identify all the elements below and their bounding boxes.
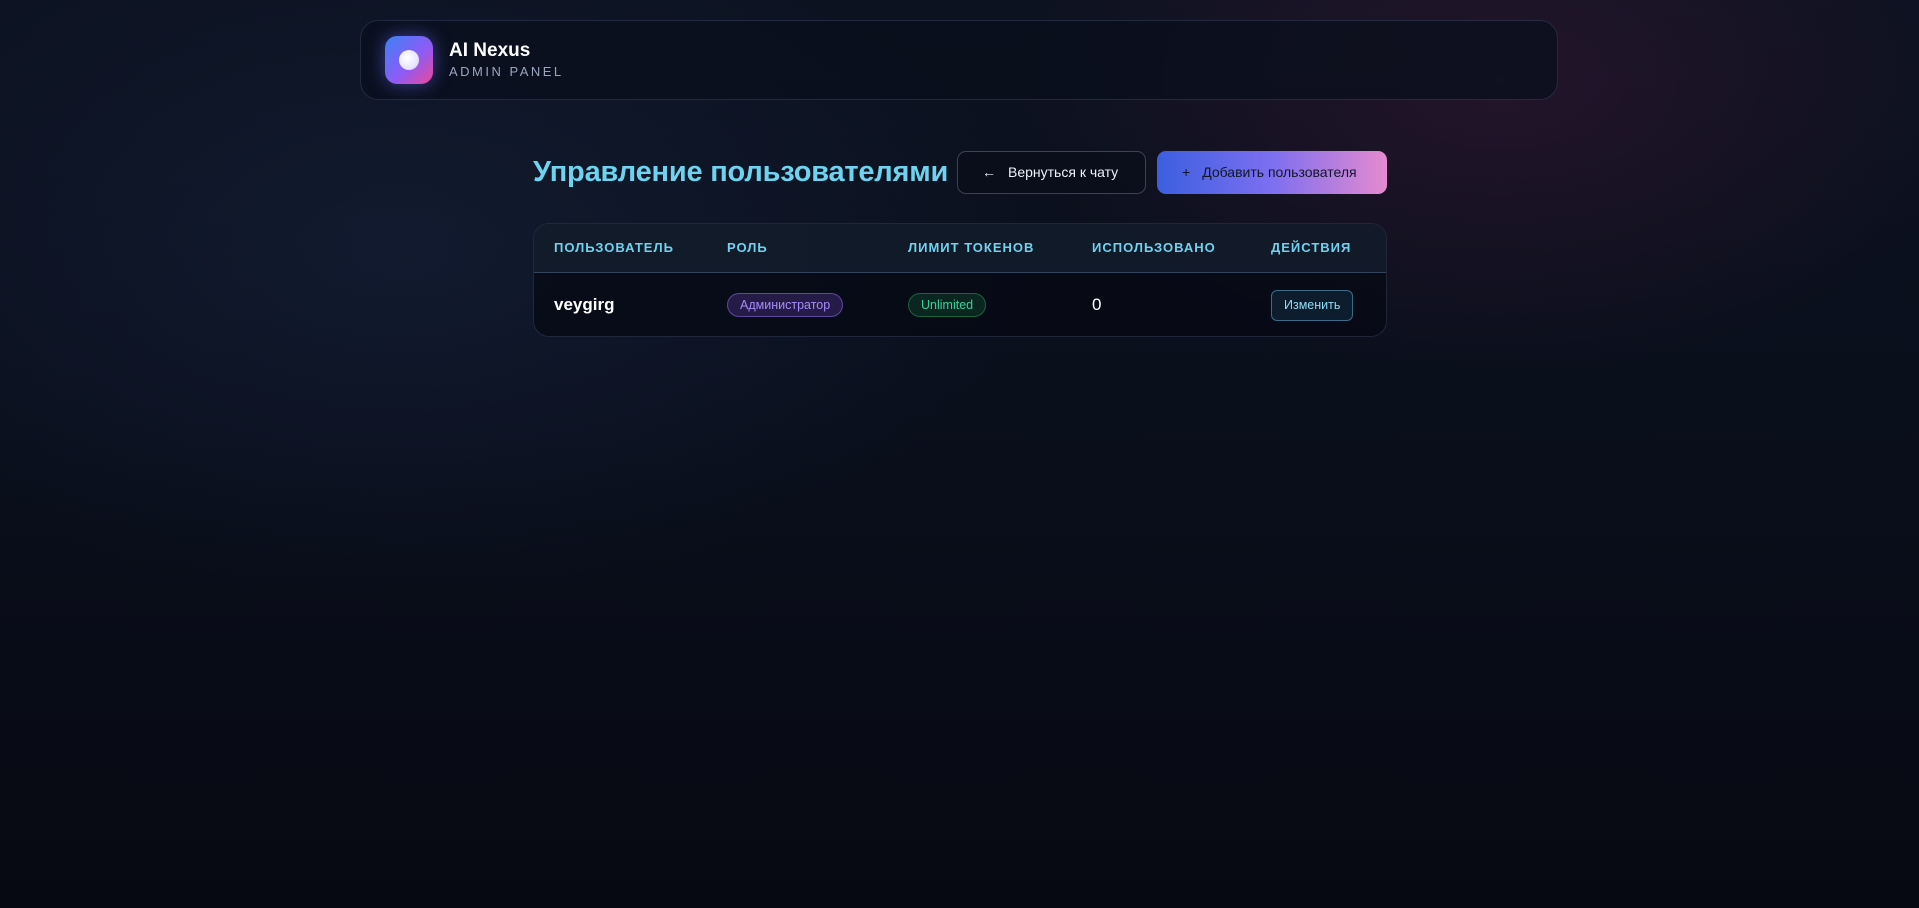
username: veygirg — [554, 295, 615, 314]
column-header-used: Использовано — [1092, 240, 1216, 255]
table-row: veygirg Администратор Unlimited 0 Измени… — [534, 273, 1386, 336]
column-header-token-limit: Лимит токенов — [908, 240, 1035, 255]
page-header: Управление пользователями ← Вернуться к … — [533, 150, 1387, 194]
token-limit-badge: Unlimited — [908, 293, 987, 317]
arrow-left-icon: ← — [982, 164, 996, 180]
users-table: Пользователь Роль Лимит токенов Использо… — [533, 223, 1387, 337]
back-to-chat-label: Вернуться к чату — [1008, 164, 1119, 180]
cell-token-limit: Unlimited — [908, 273, 987, 336]
edit-user-button[interactable]: Изменить — [1271, 289, 1354, 321]
cell-actions: Изменить — [1271, 273, 1354, 336]
plus-icon: + — [1182, 164, 1191, 180]
cell-role: Администратор — [727, 273, 844, 336]
used-tokens-value: 0 — [1092, 295, 1102, 314]
logo-dot — [399, 50, 419, 70]
cell-username: veygirg — [554, 273, 615, 336]
column-header-actions: Действия — [1271, 240, 1352, 255]
page-title: Управление пользователями — [533, 155, 949, 188]
add-user-label: Добавить пользователя — [1202, 164, 1357, 180]
column-header-user: Пользователь — [554, 240, 674, 255]
back-to-chat-button[interactable]: ← Вернуться к чату — [957, 150, 1146, 194]
app-name: AI Nexus — [449, 40, 531, 61]
app-logo-icon — [385, 36, 433, 84]
role-badge: Администратор — [727, 293, 844, 317]
app-header: AI Nexus ADMIN PANEL — [360, 20, 1558, 100]
app-subtitle: ADMIN PANEL — [449, 64, 564, 79]
add-user-button[interactable]: + Добавить пользователя — [1157, 150, 1387, 194]
brand: AI Nexus ADMIN PANEL — [449, 40, 564, 80]
cell-used: 0 — [1092, 273, 1102, 336]
column-header-role: Роль — [727, 240, 768, 255]
table-header: Пользователь Роль Лимит токенов Использо… — [534, 224, 1386, 273]
